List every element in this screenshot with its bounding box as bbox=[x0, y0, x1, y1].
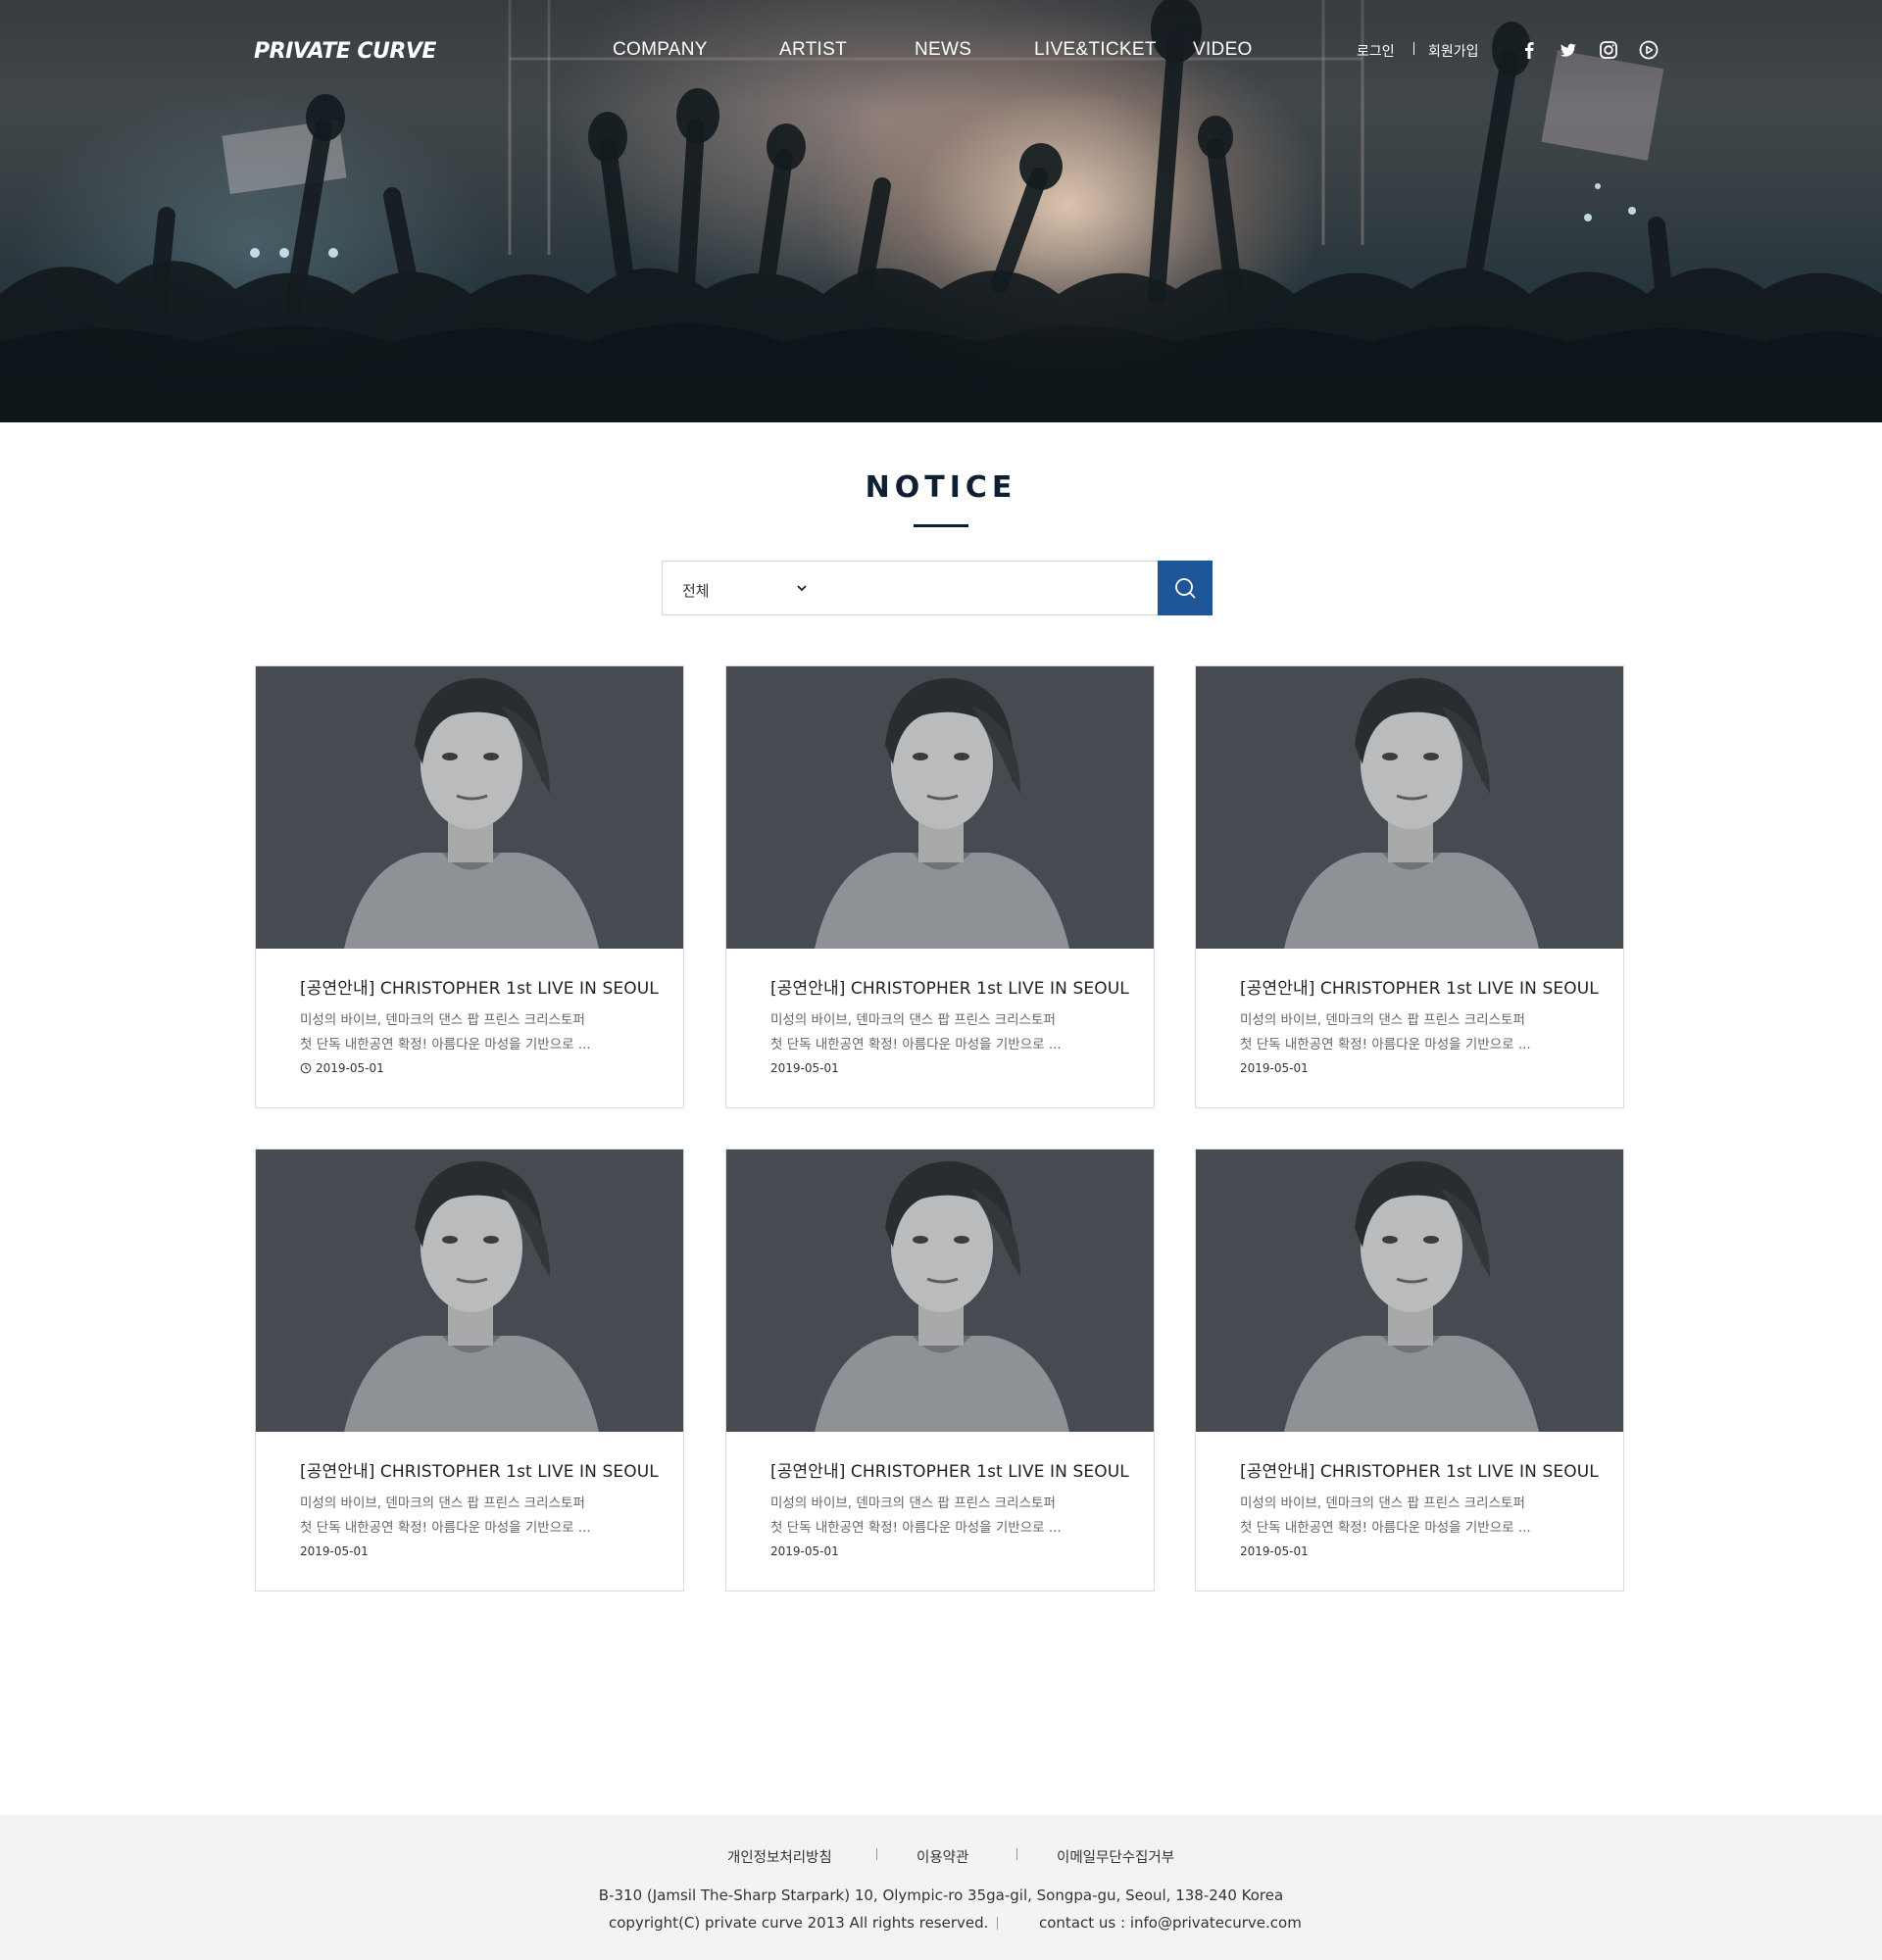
facebook-icon[interactable] bbox=[1518, 39, 1540, 61]
card-description-line: 미성의 바이브, 덴마크의 댄스 팝 프린스 크리스토퍼 bbox=[300, 1495, 585, 1511]
card-description: 미성의 바이브, 덴마크의 댄스 팝 프린스 크리스토퍼첫 단독 내한공연 확정… bbox=[770, 1008, 1123, 1057]
instagram-icon[interactable] bbox=[1598, 39, 1619, 61]
search-icon bbox=[1175, 578, 1196, 599]
card-title[interactable]: [공연안내] CHRISTOPHER 1st LIVE IN SEOUL bbox=[770, 1457, 1129, 1482]
footer-divider bbox=[997, 1917, 998, 1930]
card-thumbnail[interactable] bbox=[256, 1150, 683, 1432]
card-description: 미성의 바이브, 덴마크의 댄스 팝 프린스 크리스토퍼첫 단독 내한공연 확정… bbox=[1240, 1492, 1593, 1541]
card-title[interactable]: [공연안내] CHRISTOPHER 1st LIVE IN SEOUL bbox=[300, 1457, 659, 1482]
card-date: 2019-05-01 bbox=[770, 1544, 839, 1558]
card-description: 미성의 바이브, 덴마크의 댄스 팝 프린스 크리스토퍼첫 단독 내한공연 확정… bbox=[300, 1008, 653, 1057]
twitter-icon[interactable] bbox=[1558, 39, 1579, 61]
card-date: 2019-05-01 bbox=[300, 1061, 384, 1075]
notice-card[interactable]: [공연안내] CHRISTOPHER 1st LIVE IN SEOUL 미성의 … bbox=[1195, 1149, 1624, 1592]
nav-company[interactable]: COMPANY bbox=[613, 39, 708, 61]
card-date: 2019-05-01 bbox=[300, 1544, 369, 1558]
card-thumbnail[interactable] bbox=[1196, 666, 1623, 949]
notice-card[interactable]: [공연안내] CHRISTOPHER 1st LIVE IN SEOUL 미성의 … bbox=[725, 1149, 1155, 1592]
footer-address: B-310 (Jamsil The-Sharp Starpark) 10, Ol… bbox=[598, 1886, 1284, 1904]
title-underline bbox=[914, 524, 968, 527]
hero-banner: PRIVATE CURVE COMPANY ARTIST NEWS LIVE&T… bbox=[0, 0, 1882, 422]
card-description-line: 첫 단독 내한공연 확정! 아름다운 마성을 기반으로 ... bbox=[300, 1520, 591, 1536]
card-date-text: 2019-05-01 bbox=[300, 1544, 369, 1558]
card-title[interactable]: [공연안내] CHRISTOPHER 1st LIVE IN SEOUL bbox=[1240, 1457, 1599, 1482]
card-thumbnail[interactable] bbox=[726, 1150, 1154, 1432]
card-description-line: 미성의 바이브, 덴마크의 댄스 팝 프린스 크리스토퍼 bbox=[300, 1012, 585, 1028]
card-description-line: 미성의 바이브, 덴마크의 댄스 팝 프린스 크리스토퍼 bbox=[770, 1012, 1056, 1028]
search-button[interactable] bbox=[1158, 561, 1213, 615]
card-date: 2019-05-01 bbox=[770, 1061, 839, 1075]
artist-photo bbox=[1196, 1150, 1623, 1432]
card-description-line: 첫 단독 내한공연 확정! 아름다운 마성을 기반으로 ... bbox=[1240, 1037, 1531, 1053]
card-description: 미성의 바이브, 덴마크의 댄스 팝 프린스 크리스토퍼첫 단독 내한공연 확정… bbox=[300, 1492, 653, 1541]
nav-video[interactable]: VIDEO bbox=[1193, 39, 1253, 61]
artist-photo bbox=[256, 666, 683, 949]
card-description-line: 첫 단독 내한공연 확정! 아름다운 마성을 기반으로 ... bbox=[770, 1037, 1062, 1053]
chevron-down-icon bbox=[797, 585, 807, 592]
category-select[interactable]: 전체 bbox=[662, 561, 825, 615]
signup-link[interactable]: 회원가입 bbox=[1428, 41, 1479, 61]
footer-copyright: copyright(C) private curve 2013 All righ… bbox=[609, 1914, 989, 1932]
card-description-line: 첫 단독 내한공연 확정! 아름다운 마성을 기반으로 ... bbox=[300, 1037, 591, 1053]
card-title[interactable]: [공연안내] CHRISTOPHER 1st LIVE IN SEOUL bbox=[770, 974, 1129, 999]
card-date: 2019-05-01 bbox=[1240, 1544, 1309, 1558]
card-date-text: 2019-05-01 bbox=[1240, 1061, 1309, 1075]
card-title[interactable]: [공연안내] CHRISTOPHER 1st LIVE IN SEOUL bbox=[300, 974, 659, 999]
card-description: 미성의 바이브, 덴마크의 댄스 팝 프린스 크리스토퍼첫 단독 내한공연 확정… bbox=[770, 1492, 1123, 1541]
footer-divider bbox=[876, 1848, 877, 1860]
artist-photo bbox=[726, 666, 1154, 949]
notice-card[interactable]: [공연안내] CHRISTOPHER 1st LIVE IN SEOUL 미성의 … bbox=[1195, 665, 1624, 1108]
footer-contact[interactable]: contact us : info@privatecurve.com bbox=[1039, 1914, 1302, 1932]
notice-card[interactable]: [공연안내] CHRISTOPHER 1st LIVE IN SEOUL 미성의 … bbox=[255, 1149, 684, 1592]
card-description-line: 첫 단독 내한공연 확정! 아름다운 마성을 기반으로 ... bbox=[1240, 1520, 1531, 1536]
notice-card[interactable]: [공연안내] CHRISTOPHER 1st LIVE IN SEOUL 미성의 … bbox=[725, 665, 1155, 1108]
card-description-line: 미성의 바이브, 덴마크의 댄스 팝 프린스 크리스토퍼 bbox=[1240, 1012, 1525, 1028]
footer-link-privacy[interactable]: 개인정보처리방침 bbox=[727, 1846, 832, 1867]
search-input[interactable] bbox=[824, 561, 1159, 615]
artist-photo bbox=[256, 1150, 683, 1432]
card-description: 미성의 바이브, 덴마크의 댄스 팝 프린스 크리스토퍼첫 단독 내한공연 확정… bbox=[1240, 1008, 1593, 1057]
card-date: 2019-05-01 bbox=[1240, 1061, 1309, 1075]
login-link[interactable]: 로그인 bbox=[1357, 41, 1395, 61]
clock-icon bbox=[300, 1062, 312, 1074]
youtube-icon[interactable] bbox=[1638, 39, 1659, 61]
card-title[interactable]: [공연안내] CHRISTOPHER 1st LIVE IN SEOUL bbox=[1240, 974, 1599, 999]
nav-news[interactable]: NEWS bbox=[915, 39, 971, 61]
card-date-text: 2019-05-01 bbox=[770, 1544, 839, 1558]
artist-photo bbox=[1196, 666, 1623, 949]
notice-card[interactable]: [공연안내] CHRISTOPHER 1st LIVE IN SEOUL 미성의 … bbox=[255, 665, 684, 1108]
card-date-text: 2019-05-01 bbox=[770, 1061, 839, 1075]
category-selected-value: 전체 bbox=[682, 582, 710, 600]
nav-artist[interactable]: ARTIST bbox=[779, 39, 847, 61]
footer-link-terms[interactable]: 이용약관 bbox=[916, 1846, 968, 1867]
card-date-text: 2019-05-01 bbox=[1240, 1544, 1309, 1558]
card-thumbnail[interactable] bbox=[726, 666, 1154, 949]
card-date-text: 2019-05-01 bbox=[316, 1061, 384, 1075]
util-divider bbox=[1413, 42, 1414, 55]
card-thumbnail[interactable] bbox=[256, 666, 683, 949]
footer: 개인정보처리방침 이용약관 이메일무단수집거부 B-310 (Jamsil Th… bbox=[0, 1815, 1882, 1960]
card-description-line: 미성의 바이브, 덴마크의 댄스 팝 프린스 크리스토퍼 bbox=[770, 1495, 1056, 1511]
card-description-line: 첫 단독 내한공연 확정! 아름다운 마성을 기반으로 ... bbox=[770, 1520, 1062, 1536]
card-description-line: 미성의 바이브, 덴마크의 댄스 팝 프린스 크리스토퍼 bbox=[1240, 1495, 1525, 1511]
footer-link-email-refusal[interactable]: 이메일무단수집거부 bbox=[1057, 1846, 1174, 1867]
card-thumbnail[interactable] bbox=[1196, 1150, 1623, 1432]
artist-photo bbox=[726, 1150, 1154, 1432]
footer-divider bbox=[1016, 1848, 1017, 1860]
page-title: NOTICE bbox=[865, 470, 1017, 505]
nav-live-ticket[interactable]: LIVE&TICKET bbox=[1034, 39, 1157, 61]
